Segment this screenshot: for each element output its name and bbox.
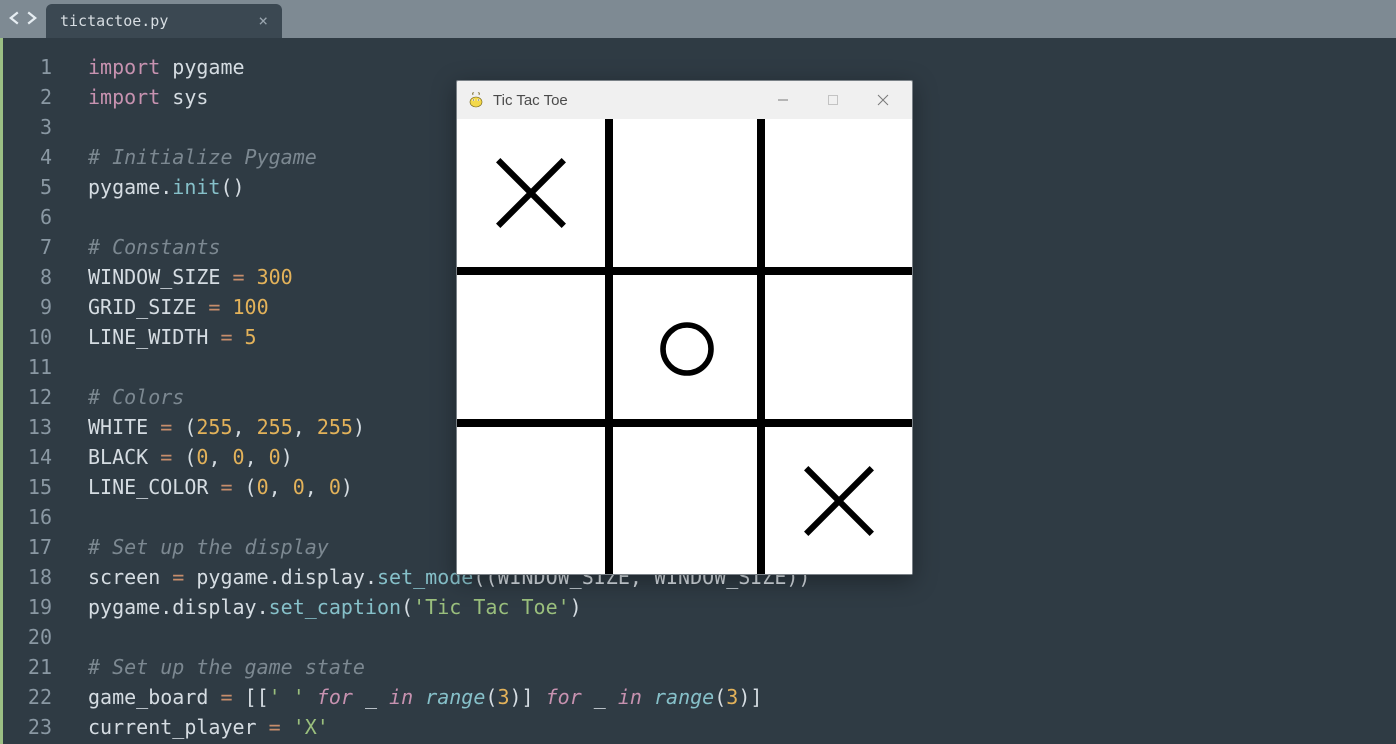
pygame-app-icon: [467, 91, 485, 109]
window-titlebar[interactable]: Tic Tac Toe: [457, 81, 912, 119]
line-number: 17: [3, 532, 52, 562]
window-close-button[interactable]: [858, 81, 908, 119]
line-number: 11: [3, 352, 52, 382]
grid-line: [457, 267, 912, 275]
line-number: 7: [3, 232, 52, 262]
tab-filename: tictactoe.py: [60, 12, 168, 30]
minimize-button[interactable]: [758, 81, 808, 119]
code-line[interactable]: pygame.display.set_caption('Tic Tac Toe'…: [88, 592, 1396, 622]
pygame-window: Tic Tac Toe: [456, 80, 913, 575]
code-line[interactable]: current_player = 'X': [88, 712, 1396, 742]
code-line[interactable]: game_board = [[' ' for _ in range(3)] fo…: [88, 682, 1396, 712]
line-number: 18: [3, 562, 52, 592]
line-number: 4: [3, 142, 52, 172]
nav-back-icon[interactable]: [8, 10, 22, 29]
line-number: 1: [3, 52, 52, 82]
line-number: 5: [3, 172, 52, 202]
line-number: 10: [3, 322, 52, 352]
nav-forward-icon[interactable]: [24, 10, 38, 29]
window-title: Tic Tac Toe: [493, 92, 568, 109]
line-number: 8: [3, 262, 52, 292]
line-number: 13: [3, 412, 52, 442]
tab-nav-arrows: [4, 0, 46, 38]
line-number: 12: [3, 382, 52, 412]
x-mark-icon: [490, 152, 572, 234]
line-number: 21: [3, 652, 52, 682]
close-icon[interactable]: ×: [258, 13, 268, 29]
code-line[interactable]: # Set up the game state: [88, 652, 1396, 682]
line-number: 19: [3, 592, 52, 622]
tab-strip: tictactoe.py ×: [0, 0, 1396, 38]
line-number: 23: [3, 712, 52, 742]
editor-tab[interactable]: tictactoe.py ×: [46, 4, 282, 38]
line-number: 16: [3, 502, 52, 532]
maximize-button[interactable]: [808, 81, 858, 119]
line-number-gutter: 1234567891011121314151617181920212223: [0, 38, 64, 744]
code-line[interactable]: [88, 622, 1396, 652]
cell-0-0[interactable]: [457, 119, 605, 267]
line-number: 3: [3, 112, 52, 142]
cell-2-2[interactable]: [765, 427, 913, 575]
cell-1-1[interactable]: [613, 275, 761, 423]
x-mark-icon: [798, 460, 880, 542]
code-line[interactable]: import pygame: [88, 52, 1396, 82]
line-number: 22: [3, 682, 52, 712]
line-number: 9: [3, 292, 52, 322]
line-number: 15: [3, 472, 52, 502]
o-mark-icon: [655, 317, 719, 381]
line-number: 14: [3, 442, 52, 472]
line-number: 20: [3, 622, 52, 652]
line-number: 6: [3, 202, 52, 232]
tictactoe-board[interactable]: [457, 119, 912, 574]
line-number: 2: [3, 82, 52, 112]
grid-line: [605, 119, 613, 574]
